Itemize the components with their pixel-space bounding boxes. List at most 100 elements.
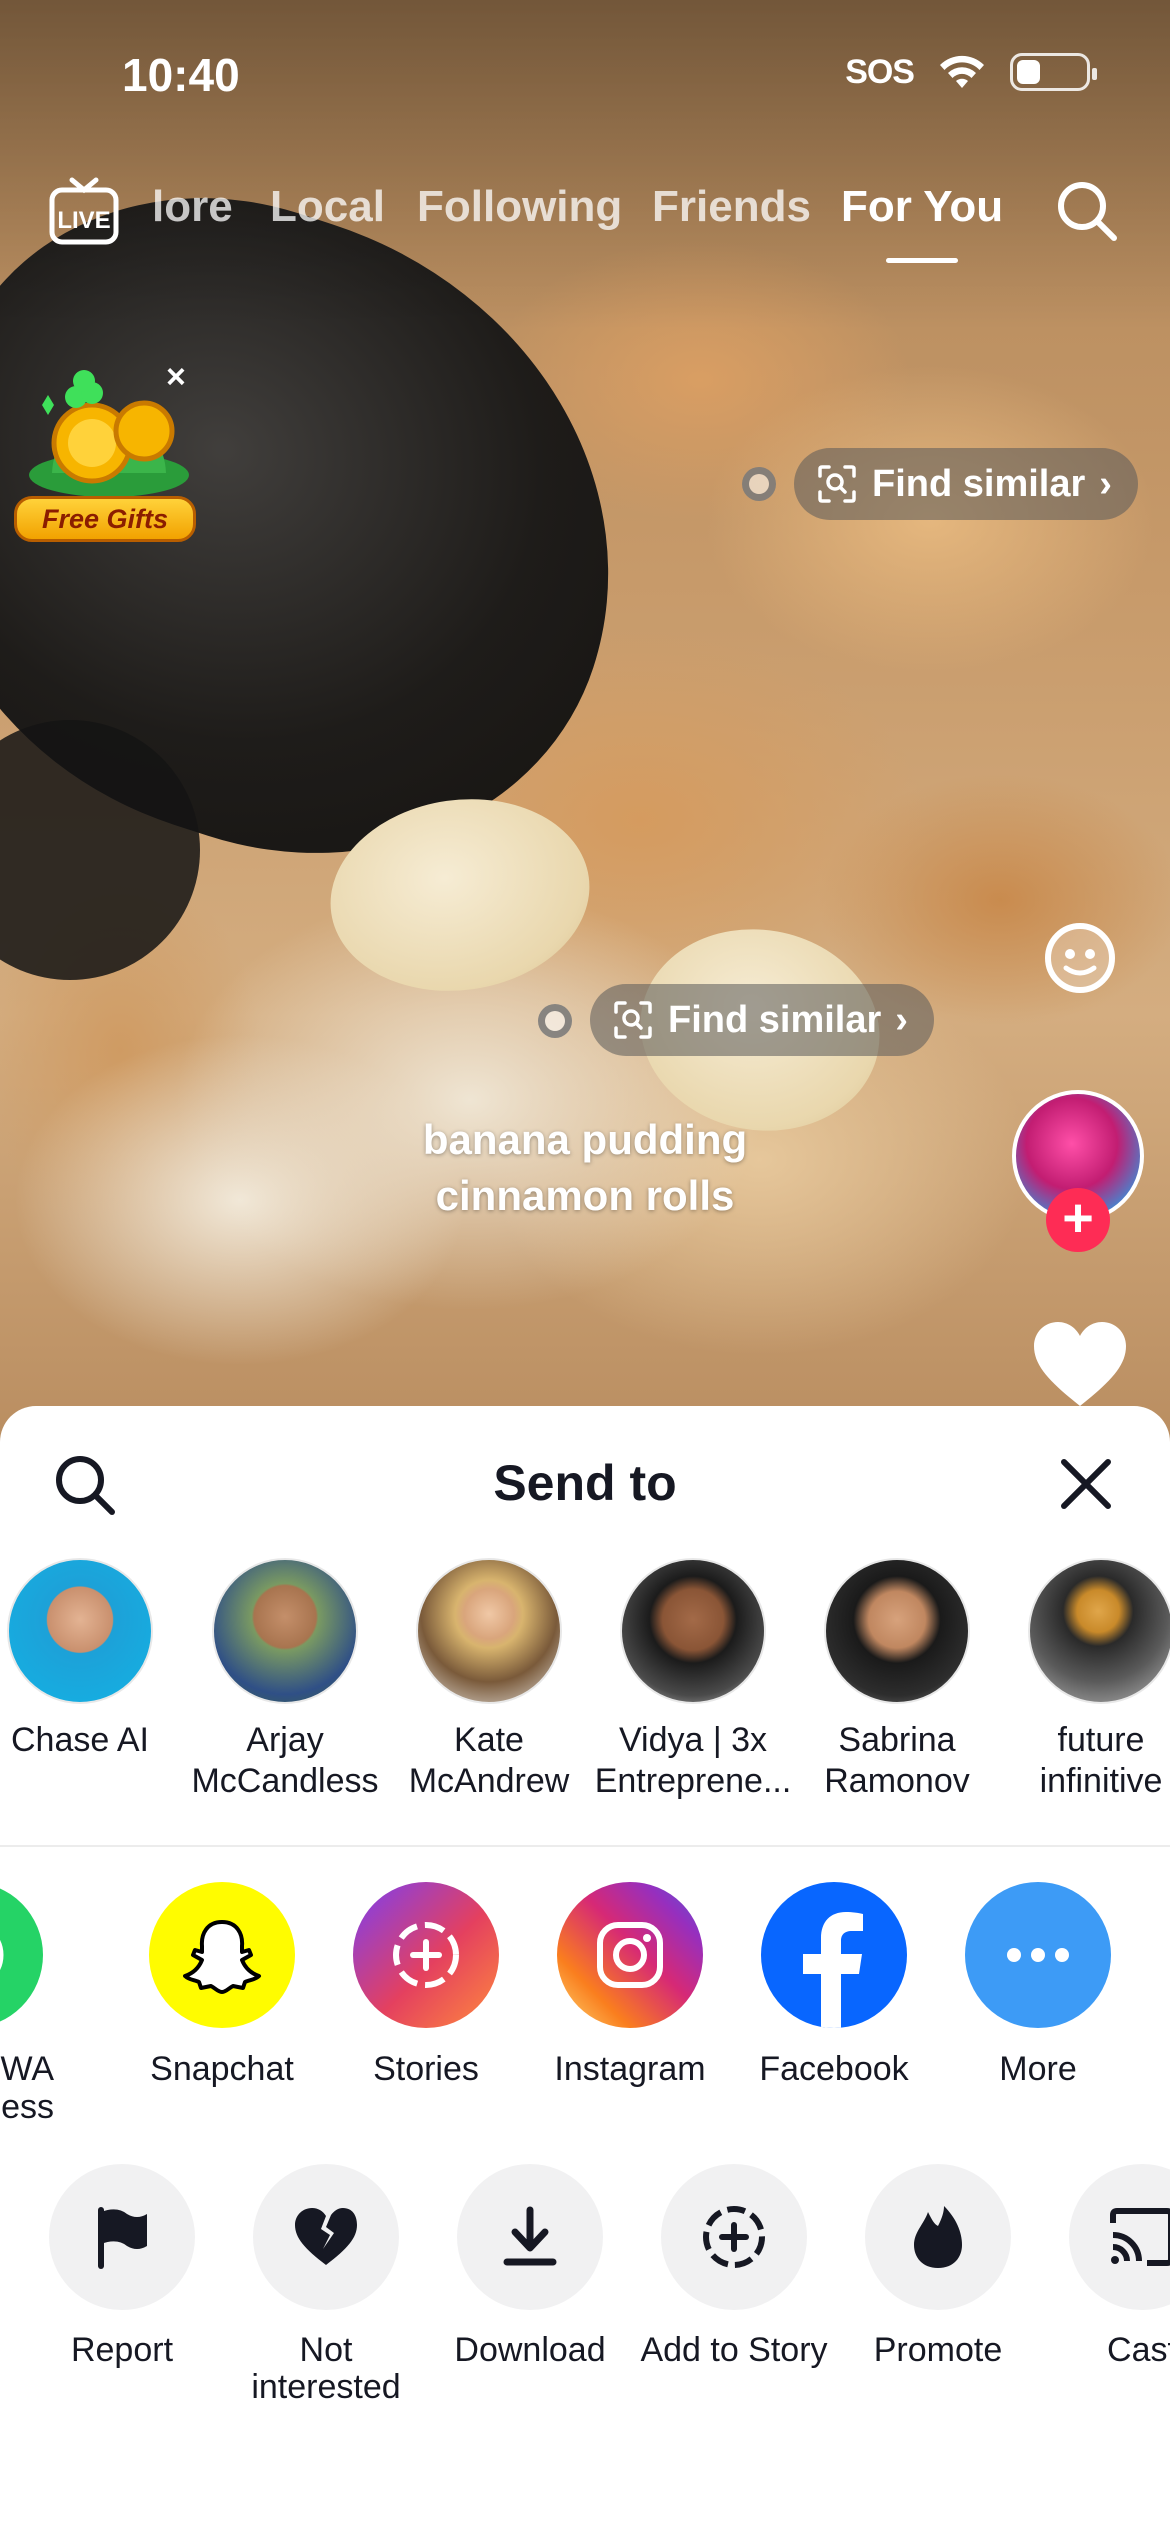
share-app-label-line: siness [0,2088,54,2126]
contact-name-line: Vidya | 3x [618,1721,768,1759]
flame-icon [865,2164,1011,2310]
promo-close-button[interactable]: × [166,358,186,397]
avatar [824,1558,970,1704]
share-app-snapchat[interactable]: Snapchat [120,1882,324,2088]
instagram-icon [557,1882,703,2028]
action-add-to-story[interactable]: Add to Story [632,2164,836,2369]
tab-for-you[interactable]: For You [841,182,1003,232]
action-label: Download [428,2332,632,2369]
action-cast[interactable]: Cast [1040,2164,1170,2369]
share-sheet: Send to Chase AI Arjay McCandless Kate M… [0,1406,1170,2532]
find-similar-button-center[interactable]: Find similar › [590,984,934,1056]
tab-friends[interactable]: Friends [652,182,811,232]
share-apps-row: WA siness Snapchat [0,1882,1170,2142]
action-label: Promote [836,2332,1040,2369]
share-app-label: Snapchat [120,2050,324,2088]
contact-item[interactable]: Kate McAndrew [387,1558,591,1802]
action-label-line: Add to Story [640,2331,828,2369]
avatar [416,1558,562,1704]
more-icon [965,1882,1111,2028]
contacts-row: Chase AI Arjay McCandless Kate McAndrew [0,1558,1170,1800]
sheet-divider [0,1845,1170,1847]
action-label-line: Promote [873,2331,1003,2369]
share-app-label: Stories [324,2050,528,2088]
action-report[interactable]: Report [20,2164,224,2369]
sos-indicator: SOS [845,52,915,91]
contact-item[interactable]: Sabrina Ramonov [795,1558,999,1802]
share-app-label-line: Facebook [759,2050,909,2088]
cast-icon [1069,2164,1170,2310]
avatar [1028,1558,1170,1704]
find-similar-button-top[interactable]: Find similar › [794,448,1138,520]
action-label: Cast [1040,2332,1170,2369]
chevron-right-icon: › [1099,462,1112,505]
live-label: LIVE [57,207,110,234]
chevron-right-icon: › [895,998,908,1041]
wifi-icon [940,55,984,88]
contact-item[interactable]: future infinitive [999,1558,1170,1802]
contact-name: Vidya | 3x Entreprene... [591,1720,795,1802]
add-story-icon [661,2164,807,2310]
contact-name-line: Ramonov [824,1762,970,1800]
battery-icon [1010,53,1097,91]
contact-name: future infinitive [999,1720,1170,1802]
action-label: Not interested [224,2332,428,2406]
find-similar-label: Find similar [668,998,882,1041]
close-icon[interactable] [1054,1452,1118,1516]
video-caption: banana pudding cinnamon rolls [300,1112,870,1224]
share-app-facebook[interactable]: Facebook [732,1882,936,2088]
action-label: Report [20,2332,224,2369]
status-time: 10:40 [122,49,240,101]
stories-icon [353,1882,499,2028]
contact-name-line: Kate [454,1721,524,1759]
sheet-title: Send to [493,1455,677,1511]
caption-line: banana pudding [422,1116,748,1163]
contact-name-line: Sabrina [838,1721,956,1759]
share-app-label-line: Snapchat [150,2050,294,2088]
contact-item[interactable]: Vidya | 3x Entreprene... [591,1558,795,1802]
find-similar-dot [538,1004,572,1038]
contact-name-line: McAndrew [408,1762,570,1800]
free-gifts-label[interactable]: Free Gifts [14,496,196,542]
snapchat-icon [149,1882,295,2028]
share-app-label: WA siness [0,2050,72,2126]
tab-active-indicator [886,258,958,263]
status-icons: SOS [845,52,1097,92]
share-app-instagram[interactable]: Instagram [528,1882,732,2088]
share-actions-row: Report Not interested Download Add to St… [0,2164,1170,2464]
tab-local[interactable]: Local [270,182,385,232]
whatsapp-business-icon [0,1882,43,2028]
contact-name-line: infinitive [1039,1762,1163,1800]
download-icon [457,2164,603,2310]
action-label: Add to Story [632,2332,836,2369]
share-app-more[interactable]: More [936,1882,1140,2088]
face-effect-icon[interactable] [1040,918,1120,998]
action-label-line: interested [251,2368,401,2406]
heart-icon[interactable] [1030,1320,1130,1410]
share-app-whatsapp-business[interactable]: WA siness [0,1882,72,2126]
contact-name: Arjay McCandless [183,1720,387,1802]
search-icon[interactable] [1052,176,1122,246]
action-label-line: Download [454,2331,606,2369]
contact-name-line: future [1057,1721,1145,1759]
share-app-label-line: More [999,2050,1077,2088]
share-app-label-line: Instagram [554,2050,706,2088]
visual-search-icon [818,465,856,503]
action-label-line: Cast [1107,2331,1170,2369]
contact-name-line: Entreprene... [594,1762,792,1800]
tab-following[interactable]: Following [417,182,622,232]
avatar [212,1558,358,1704]
live-icon[interactable]: LIVE [48,176,120,248]
action-download[interactable]: Download [428,2164,632,2369]
share-app-label: Instagram [528,2050,732,2088]
visual-search-icon [614,1001,652,1039]
action-not-interested[interactable]: Not interested [224,2164,428,2406]
action-promote[interactable]: Promote [836,2164,1040,2369]
contact-item[interactable]: Arjay McCandless [183,1558,387,1802]
action-label-line: Report [70,2331,174,2369]
contact-name-line: McCandless [191,1762,379,1800]
tab-explore[interactable]: lore [152,182,233,232]
share-app-stories[interactable]: Stories [324,1882,528,2088]
follow-button[interactable]: + [1046,1188,1110,1252]
contact-item[interactable]: Chase AI [0,1558,182,1761]
